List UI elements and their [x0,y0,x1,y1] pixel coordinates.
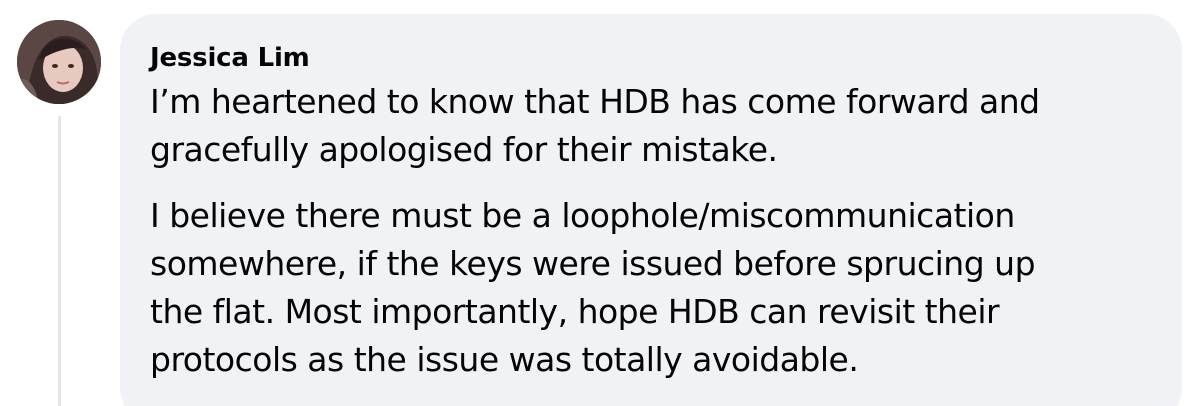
comment-author-name[interactable]: Jessica Lim [150,42,1152,74]
avatar[interactable] [17,20,101,104]
profile-photo-icon [17,20,101,104]
comment-bubble: Jessica Lim I’m heartened to know that H… [120,14,1182,406]
comment-paragraph-2: I believe there must be a loophole/misco… [150,196,1036,379]
reply-thread-line [58,116,61,406]
comment-paragraph-1: I’m heartened to know that HDB has come … [150,82,1040,169]
comment-container: Jessica Lim I’m heartened to know that H… [0,0,1200,406]
